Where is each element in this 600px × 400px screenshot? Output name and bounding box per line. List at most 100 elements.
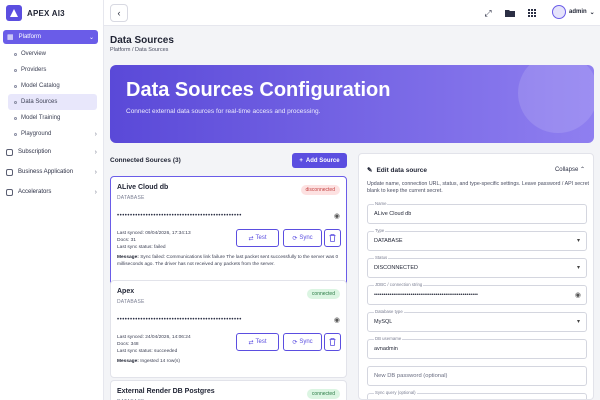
logo-icon — [6, 5, 22, 21]
dot-icon — [14, 68, 17, 72]
chevron-down-icon: ⌄ — [589, 9, 595, 16]
sync-label: Sync — [299, 339, 313, 345]
name-field[interactable]: Name ALive Cloud db — [367, 201, 587, 224]
dot-icon — [14, 132, 17, 136]
jdbc-field[interactable]: JDBC / connection string •••••••••••••••… — [367, 282, 587, 305]
delete-button[interactable] — [324, 229, 341, 247]
sidebar-item-label: Accelerators — [18, 189, 52, 195]
field-placeholder: New DB password (optional) — [374, 373, 448, 379]
main-content: Data Sources Platform / Data Sources Dat… — [104, 26, 600, 400]
db-password-field[interactable]: New DB password (optional) — [367, 366, 587, 386]
app-logo[interactable]: APEX AI3 — [0, 0, 103, 26]
caret-down-icon: ▾ — [576, 265, 580, 271]
field-label: DB username — [374, 336, 403, 341]
message-text: Sync failed: Communications link failure… — [117, 255, 339, 267]
message-text: Ingested 14 row(s) — [140, 359, 180, 364]
sidebar-item-subscription[interactable]: Subscription › — [0, 142, 103, 162]
type-select[interactable]: Type DATABASE ▾ — [367, 228, 587, 251]
masked-secret: ••••••••••••••••••••••••••••••••••••••••… — [117, 213, 242, 219]
sync-label: Sync — [299, 235, 313, 241]
source-name: External Render DB Postgres — [117, 388, 215, 395]
user-name: admin — [569, 9, 587, 15]
eye-icon[interactable]: ◉ — [334, 316, 340, 324]
sidebar-subitem-data-sources[interactable]: Data Sources — [8, 94, 97, 110]
topbar: ‹ ⤢ admin ⌄ — [104, 0, 600, 26]
app-name: APEX AI3 — [27, 8, 65, 18]
sidebar-subitem-model-training[interactable]: Model Training — [0, 110, 97, 126]
chevron-right-icon: › — [94, 168, 97, 176]
user-menu[interactable]: admin ⌄ — [552, 5, 595, 19]
sidebar-subitem-playground[interactable]: Playground › — [0, 126, 97, 142]
sidebar-subitem-overview[interactable]: Overview — [0, 46, 97, 62]
sync-message: Message: Sync failed: Communications lin… — [117, 255, 341, 268]
last-synced: Last synced: 24/04/2026, 14:06:24 — [117, 335, 191, 340]
field-label: Status — [374, 255, 389, 260]
sidebar-subitem-model-catalog[interactable]: Model Catalog — [0, 78, 97, 94]
masked-secret: ••••••••••••••••••••••••••••••••••••••••… — [117, 317, 242, 323]
collapse-button[interactable]: Collapse ⌃ — [555, 166, 585, 173]
status-select[interactable]: Status DISCONNECTED ▾ — [367, 255, 587, 278]
back-button[interactable]: ‹ — [110, 4, 128, 22]
source-type: DATABASE — [117, 195, 145, 201]
field-value: ••••••••••••••••••••••••••••••••••••••••… — [374, 292, 478, 298]
chevron-right-icon: › — [94, 130, 97, 138]
eye-icon[interactable]: ◉ — [334, 212, 340, 220]
database-type-select[interactable]: Database type MySQL ▾ — [367, 309, 587, 332]
sync-button[interactable]: ⟳ Sync — [283, 229, 322, 247]
status-badge: disconnected — [300, 185, 340, 195]
dot-icon — [14, 52, 17, 56]
status-badge: connected — [306, 289, 340, 299]
sidebar: APEX AI3 ▦ Platform ⌄ Overview Providers… — [0, 0, 104, 400]
hero-banner: Data Sources Configuration Connect exter… — [110, 65, 594, 143]
test-label: Test — [255, 339, 267, 345]
source-card[interactable]: External Render DB Postgres DATABASE con… — [110, 380, 347, 400]
sidebar-subitem-providers[interactable]: Providers — [0, 62, 97, 78]
breadcrumb: Platform / Data Sources — [110, 47, 169, 53]
source-card[interactable]: Apex DATABASE connected ••••••••••••••••… — [110, 280, 347, 378]
message-label: Message: — [117, 255, 139, 260]
sidebar-item-accelerators[interactable]: Accelerators › — [0, 182, 103, 202]
sync-query-field[interactable]: Sync query (optional) — [367, 390, 587, 399]
last-synced: Last synced: 09/04/2026, 17:34:13 — [117, 231, 191, 236]
sidebar-item-business-application[interactable]: Business Application › — [0, 162, 103, 182]
accelerator-icon — [6, 188, 13, 196]
field-label: Database type — [374, 309, 404, 314]
test-button[interactable]: ⇄ Test — [236, 229, 279, 247]
field-value: DATABASE — [374, 238, 403, 244]
delete-button[interactable] — [324, 333, 341, 351]
add-source-button[interactable]: + Add Source — [292, 153, 347, 168]
edit-description: Update name, connection URL, status, and… — [367, 181, 589, 194]
trash-icon — [329, 338, 336, 346]
plug-icon: ⇄ — [248, 235, 254, 242]
sidebar-subitem-label: Overview — [21, 51, 47, 57]
hero-subtitle: Connect external data sources for real-t… — [126, 108, 321, 115]
subscription-icon — [6, 148, 13, 156]
field-value: avnadmin — [374, 346, 398, 352]
last-sync-status: Last sync status: failed — [117, 245, 166, 250]
sidebar-item-label: Business Application — [18, 169, 74, 175]
sync-message: Message: Ingested 14 row(s) — [117, 359, 341, 366]
sidebar-item-label: Platform — [18, 34, 41, 40]
status-badge: connected — [306, 389, 340, 399]
eye-icon[interactable]: ◉ — [575, 291, 581, 299]
field-label: JDBC / connection string — [374, 282, 424, 287]
sidebar-subitem-label: Model Catalog — [21, 83, 60, 89]
source-type: DATABASE — [117, 299, 145, 305]
folder-icon[interactable] — [504, 7, 516, 19]
source-card[interactable]: ALive Cloud db DATABASE disconnected •••… — [110, 176, 347, 296]
sidebar-item-platform[interactable]: ▦ Platform ⌄ — [3, 30, 98, 44]
fullscreen-icon[interactable]: ⤢ — [482, 7, 494, 19]
sync-button[interactable]: ⟳ Sync — [283, 333, 322, 351]
sidebar-subitem-label: Model Training — [21, 115, 61, 121]
connected-sources-title: Connected Sources (3) — [110, 157, 181, 164]
sync-icon: ⟳ — [292, 235, 298, 242]
caret-down-icon: ▾ — [576, 319, 580, 325]
dot-icon — [14, 84, 17, 88]
field-value: DISCONNECTED — [374, 265, 419, 271]
db-username-field[interactable]: DB username avnadmin — [367, 336, 587, 359]
dot-icon — [14, 100, 17, 104]
chevron-down-icon: ⌄ — [88, 34, 94, 41]
test-button[interactable]: ⇄ Test — [236, 333, 279, 351]
apps-grid-icon[interactable] — [526, 7, 538, 19]
sidebar-subitem-label: Playground — [21, 131, 52, 137]
